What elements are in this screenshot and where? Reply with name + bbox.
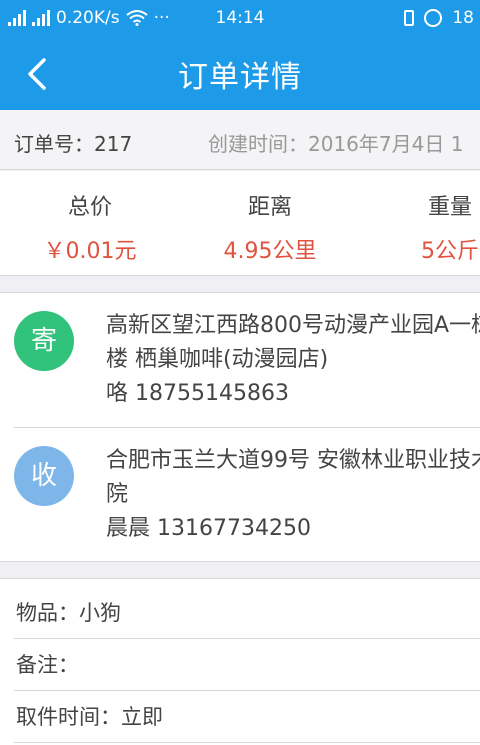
page-title: 订单详情 — [178, 60, 302, 95]
sender-info: 高新区望江西路800号动漫产业园A一栋1楼 栖巢咖啡(动漫园店) 咯 18755… — [106, 309, 480, 411]
alarm-icon — [424, 9, 443, 27]
vibrate-icon — [404, 10, 415, 26]
nav-bar: 订单详情 — [0, 38, 480, 110]
sender-address: 高新区望江西路800号动漫产业园A一栋1楼 栖巢咖啡(动漫园店) — [106, 313, 480, 372]
receiver-contact: 晨晨 13167734250 — [106, 516, 311, 541]
stat-label: 重量 — [427, 195, 472, 220]
sender-row[interactable]: 寄 高新区望江西路800号动漫产业园A一栋1楼 栖巢咖啡(动漫园店) 咯 187… — [0, 293, 480, 428]
stat-weight: 重量 5公斤 — [370, 189, 480, 265]
order-stats: 总价 ￥0.01元 距离 4.95公里 重量 5公斤 — [0, 171, 480, 276]
status-right: 18 — [404, 8, 474, 28]
receiver-badge: 收 — [14, 446, 74, 506]
stat-label: 总价 — [67, 195, 112, 220]
sender-badge: 寄 — [14, 311, 74, 371]
note-row: 备注： — [14, 639, 480, 691]
pickup-time-row: 取件时间：立即 — [14, 691, 480, 743]
status-bar: 0.20K/s ··· 14:14 18 — [0, 0, 480, 38]
order-info-bar: 订单号：217 创建时间：2016年7月4日 1 — [0, 110, 480, 170]
sender-contact: 咯 18755145863 — [106, 381, 289, 406]
stat-value: 5公斤 — [421, 239, 479, 264]
stat-value: ￥0.01元 — [43, 239, 137, 264]
receiver-info: 合肥市玉兰大道99号 安徽林业职业技术学院 晨晨 13167734250 — [106, 444, 480, 546]
receiver-row[interactable]: 收 合肥市玉兰大道99号 安徽林业职业技术学院 晨晨 13167734250 — [0, 428, 480, 561]
stat-distance: 距离 4.95公里 — [190, 189, 350, 265]
order-details: 物品：小狗 备注： 取件时间：立即 — [0, 578, 480, 745]
stat-total-price: 总价 ￥0.01元 — [10, 189, 170, 265]
receiver-address: 合肥市玉兰大道99号 安徽林业职业技术学院 — [106, 448, 480, 507]
app-header: 0.20K/s ··· 14:14 18 订单详情 — [0, 0, 480, 110]
stat-label: 距离 — [247, 195, 292, 220]
stat-value: 4.95公里 — [223, 239, 317, 264]
created-time: 创建时间：2016年7月4日 1 — [208, 132, 464, 156]
battery-level: 18 — [452, 8, 474, 28]
item-row: 物品：小狗 — [14, 587, 480, 639]
address-card: 寄 高新区望江西路800号动漫产业园A一栋1楼 栖巢咖啡(动漫园店) 咯 187… — [0, 292, 480, 562]
order-number: 订单号：217 — [14, 132, 133, 156]
